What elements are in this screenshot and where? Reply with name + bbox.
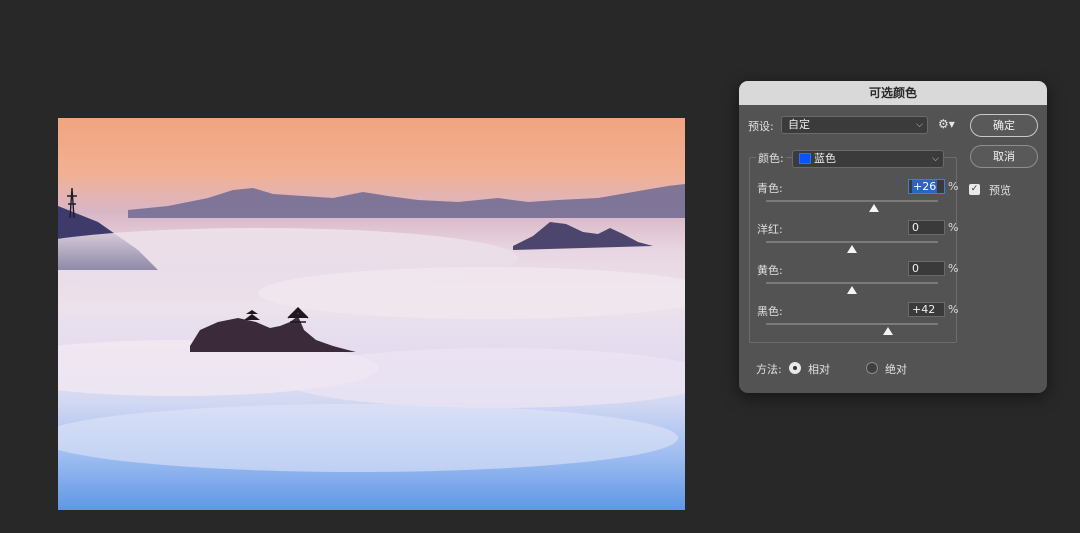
yellow-percent: % — [948, 262, 959, 275]
colors-label: 颜色: — [756, 150, 786, 166]
black-label: 黑色: — [757, 305, 783, 318]
yellow-slider-track[interactable] — [766, 282, 938, 284]
magenta-percent: % — [948, 221, 959, 234]
blue-swatch — [799, 153, 811, 164]
cyan-slider-thumb[interactable] — [869, 204, 880, 212]
cyan-value-field[interactable]: +26 — [908, 179, 945, 194]
ok-button[interactable]: 确定 — [970, 114, 1038, 137]
preview-label: 预览 — [989, 184, 1011, 197]
cancel-button[interactable]: 取消 — [970, 145, 1038, 168]
preset-label: 预设: — [748, 120, 774, 133]
gear-icon[interactable]: ⚙▾ — [938, 117, 955, 131]
chevron-down-icon: ⌵ — [916, 120, 923, 130]
relative-radio[interactable] — [789, 362, 801, 374]
method-label: 方法: — [756, 363, 782, 376]
black-value-field[interactable]: +42 — [908, 302, 945, 317]
yellow-slider-thumb[interactable] — [847, 286, 857, 294]
black-percent: % — [948, 303, 959, 316]
preview-checkbox[interactable]: ✓ — [969, 184, 980, 195]
magenta-label: 洋红: — [757, 223, 783, 236]
chevron-down-icon: ⌵ — [932, 154, 939, 164]
magenta-slider-thumb[interactable] — [847, 245, 857, 253]
colors-select[interactable]: 蓝色 ⌵ — [792, 150, 944, 168]
cyan-label: 青色: — [757, 182, 783, 195]
black-slider-track[interactable] — [766, 323, 938, 325]
photo-canvas — [58, 118, 685, 510]
magenta-slider-track[interactable] — [766, 241, 938, 243]
colors-value: 蓝色 — [814, 152, 836, 165]
cyan-slider-track[interactable] — [766, 200, 938, 202]
cyan-percent: % — [948, 180, 959, 193]
dialog-title: 可选颜色 — [739, 81, 1047, 105]
preset-select[interactable]: 自定 ⌵ — [781, 116, 928, 134]
black-slider-thumb[interactable] — [883, 327, 894, 335]
magenta-value-field[interactable]: 0 — [908, 220, 945, 235]
yellow-value-field[interactable]: 0 — [908, 261, 945, 276]
absolute-label: 绝对 — [885, 363, 907, 376]
absolute-radio[interactable] — [866, 362, 878, 374]
selective-color-dialog: 可选颜色 预设: 自定 ⌵ ⚙▾ 确定 取消 ✓ 预览 颜色: 蓝色 ⌵ 青色:… — [739, 81, 1047, 393]
relative-label: 相对 — [808, 363, 830, 376]
cloud-sea-landscape — [58, 184, 685, 472]
preset-value: 自定 — [788, 118, 810, 131]
colors-group: 颜色: 蓝色 ⌵ 青色: +26 % 洋红: 0 % 黄色: 0 % 黑色: +… — [749, 150, 959, 343]
yellow-label: 黄色: — [757, 264, 783, 277]
